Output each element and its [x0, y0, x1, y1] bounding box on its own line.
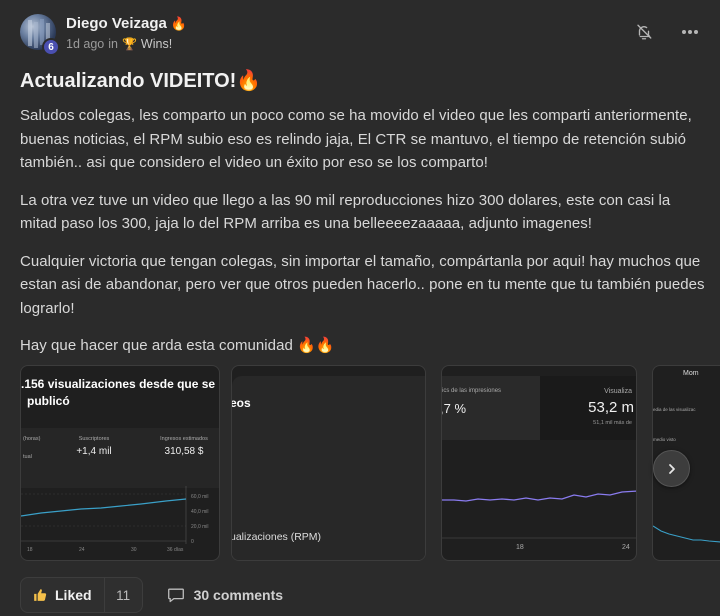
gallery-next-button[interactable]: [653, 450, 690, 487]
attachment-image-2[interactable]: eos ualizaciones (RPM): [231, 365, 426, 561]
img2-footer: ualizaciones (RPM): [231, 531, 322, 543]
x-tick: 18: [516, 544, 524, 551]
img1-chart: [21, 486, 187, 544]
chevron-right-icon: [668, 463, 675, 474]
notifications-off-icon[interactable]: [634, 22, 654, 42]
x-tick: 24: [79, 547, 85, 553]
post-footer: Liked 11 30 comments: [20, 576, 283, 614]
post-title: Actualizando VIDEITO!🔥: [20, 70, 262, 92]
like-group: Liked 11: [20, 577, 143, 613]
in-word: in: [108, 37, 118, 51]
post-paragraph: La otra vez tuve un video que llego a la…: [20, 191, 671, 233]
x-tick: 30: [131, 547, 137, 553]
img2-heading: eos: [231, 396, 251, 410]
post-body: Saludos colegas, les comparto un poco co…: [20, 104, 710, 372]
more-options-icon[interactable]: [680, 22, 700, 42]
x-tick: 36 días: [167, 547, 184, 553]
comment-icon: [167, 588, 184, 603]
x-tick: 18: [27, 547, 33, 553]
post-card: 6 Diego Veizaga 🔥 1d ago in 🏆 Wins! Actu…: [0, 0, 720, 616]
thumbs-up-icon: [34, 589, 47, 601]
post-time[interactable]: 1d ago: [66, 37, 104, 51]
fire-emoji: 🔥: [170, 15, 188, 31]
like-label: Liked: [55, 587, 92, 603]
y-tick: 60,0 mil: [191, 494, 209, 500]
comments-button[interactable]: 30 comments: [167, 587, 283, 603]
comments-label: 30 comments: [193, 587, 284, 603]
post-paragraph: Hay que hacer que arda esta comunidad 🔥🔥: [20, 337, 335, 354]
like-button[interactable]: Liked: [21, 578, 104, 612]
attachment-image-1[interactable]: .156 visualizaciones desde que se public…: [20, 365, 220, 561]
image-gallery: .156 visualizaciones desde que se public…: [20, 365, 720, 561]
trophy-icon: 🏆: [121, 37, 137, 51]
category-link[interactable]: Wins!: [141, 37, 172, 51]
author-name[interactable]: Diego Veizaga: [66, 15, 167, 32]
author-row: Diego Veizaga 🔥: [66, 15, 187, 32]
level-badge: 6: [42, 38, 60, 56]
like-count[interactable]: 11: [103, 578, 142, 612]
y-tick: 20,0 mil: [191, 524, 209, 530]
header-actions: [634, 22, 700, 42]
post-paragraph: Cualquier victoria que tengan colegas, s…: [20, 252, 705, 317]
post-header: 6 Diego Veizaga 🔥 1d ago in 🏆 Wins!: [20, 12, 700, 56]
img3-chart: [442, 490, 636, 539]
post-meta: 1d ago in 🏆 Wins!: [66, 37, 172, 51]
attachment-image-3[interactable]: ics de las impresiones ,7 % Visualiza 53…: [441, 365, 637, 561]
post-paragraph: Saludos colegas, les comparto un poco co…: [20, 107, 692, 171]
x-tick: 24: [622, 544, 630, 551]
y-tick: 0: [191, 539, 194, 545]
y-tick: 40,0 mil: [191, 509, 209, 515]
